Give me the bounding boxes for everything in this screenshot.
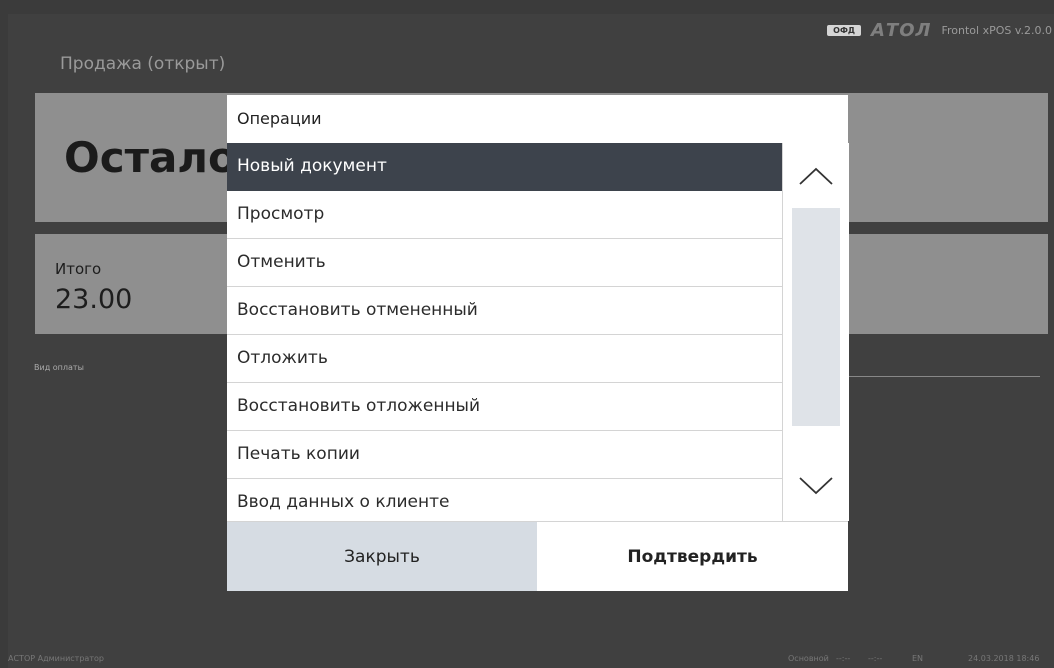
brand-logo: АТОЛ [871, 19, 932, 41]
status-bar: АСТОР Администратор Основной --:-- --:--… [8, 648, 1054, 668]
status-user: АСТОР Администратор [8, 654, 104, 663]
status-indicator-2: --:-- [868, 654, 883, 663]
dialog-buttons: Закрыть Подтвердить [227, 521, 848, 591]
payment-type-label: Вид оплаты [34, 363, 84, 372]
list-item[interactable]: Ввод данных о клиенте [227, 479, 782, 521]
confirm-button[interactable]: Подтвердить [537, 522, 848, 591]
status-indicator-1: --:-- [836, 654, 851, 663]
status-language: EN [912, 654, 924, 663]
list-item[interactable]: Восстановить отмененный [227, 287, 782, 335]
total-value: 23.00 [55, 284, 133, 315]
chevron-down-icon [799, 477, 833, 495]
ofd-badge: ОФД [827, 24, 861, 36]
app-window: ОФД АТОЛ Frontol xPOS v.2.0.0 Продажа (о… [8, 14, 1054, 668]
status-datetime: 24.03.2018 18:46 [968, 654, 1040, 663]
total-label: Итого [55, 260, 102, 278]
status-profile: Основной [788, 654, 829, 663]
top-bar: ОФД АТОЛ Frontol xPOS v.2.0.0 [827, 14, 1054, 46]
scroll-up-button[interactable] [783, 149, 849, 203]
close-button[interactable]: Закрыть [227, 522, 537, 591]
scroll-down-button[interactable] [783, 459, 849, 513]
list-item[interactable]: Просмотр [227, 191, 782, 239]
list-item[interactable]: Печать копии [227, 431, 782, 479]
app-version: Frontol xPOS v.2.0.0 [941, 23, 1052, 37]
chevron-up-icon [799, 167, 833, 185]
dialog-title: Операции [237, 109, 322, 128]
list-item[interactable]: Новый документ [227, 143, 782, 191]
operations-list: Новый документ Просмотр Отменить Восстан… [227, 143, 782, 521]
operations-dialog: Операции Новый документ Просмотр Отменит… [227, 95, 849, 591]
list-item[interactable]: Восстановить отложенный [227, 383, 782, 431]
scrollbar[interactable] [782, 143, 849, 521]
page-title: Продажа (открыт) [60, 54, 226, 74]
list-item[interactable]: Отменить [227, 239, 782, 287]
list-item[interactable]: Отложить [227, 335, 782, 383]
scroll-thumb[interactable] [792, 208, 840, 426]
